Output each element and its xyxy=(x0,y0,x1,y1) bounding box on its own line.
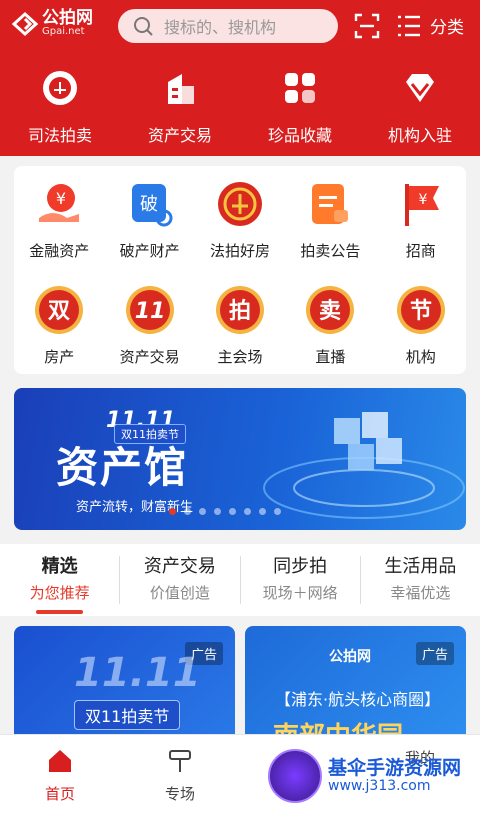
grid-item-invest[interactable]: ¥ 招商 xyxy=(376,178,466,261)
diamond-icon xyxy=(406,74,434,102)
tab-featured[interactable]: 精选 为您推荐 xyxy=(0,544,119,616)
ad-badge: 广告 xyxy=(415,642,454,665)
grid-item-notice[interactable]: 拍卖公告 xyxy=(285,178,375,261)
header-area: 公拍网 Gpai.net 搜标的、搜机构 分类 司法拍卖 资产交易 珍品收藏 机… xyxy=(0,0,480,156)
svg-text:¥: ¥ xyxy=(56,189,66,208)
top-nav-label: 司法拍卖 xyxy=(27,126,92,145)
ad-card-big: 11.11 xyxy=(74,650,201,696)
grid-label: 房产 xyxy=(44,348,75,366)
carousel-dot[interactable] xyxy=(259,508,266,515)
carousel-dot[interactable] xyxy=(274,508,281,515)
eleven-badge-icon: 11 xyxy=(125,286,174,334)
yuan-hand-icon: ¥ xyxy=(39,184,80,222)
nav-home[interactable]: 首页 xyxy=(0,735,120,814)
carousel-dot[interactable] xyxy=(214,508,221,515)
festival-badge-icon: 节 xyxy=(396,286,445,334)
grid-label: 拍卖公告 xyxy=(300,242,361,260)
notice-doc-icon xyxy=(312,184,349,224)
logo[interactable]: 公拍网 Gpai.net xyxy=(12,10,93,37)
logo-mark-icon xyxy=(12,11,38,36)
grid-label: 金融资产 xyxy=(29,242,90,260)
category-button[interactable]: 分类 xyxy=(430,13,464,38)
section-tabs: 精选 为您推荐 资产交易 价值创造 同步拍 现场＋网络 生活用品 幸福优选 xyxy=(0,544,480,616)
grid-item-court-house[interactable]: 法拍好房 xyxy=(195,178,285,261)
grid-label: 主会场 xyxy=(217,348,263,366)
svg-text:¥: ¥ xyxy=(418,192,427,208)
grid-label: 机构 xyxy=(405,348,436,366)
logo-en: Gpai.net xyxy=(42,26,85,37)
carousel-dot[interactable] xyxy=(184,508,191,515)
building-icon xyxy=(168,74,194,104)
svg-text:双: 双 xyxy=(48,299,70,324)
top-nav-label: 资产交易 xyxy=(147,126,212,145)
yuan-flag-icon: ¥ xyxy=(404,184,439,226)
grid-item-bankrupt[interactable]: 破 破产财产 xyxy=(104,178,194,261)
grid-label: 直播 xyxy=(315,348,346,366)
search-placeholder: 搜标的、搜机构 xyxy=(164,18,277,37)
watermark-url: www.j313.com xyxy=(328,777,431,794)
carousel-dot[interactable] xyxy=(244,508,251,515)
grid-item-asset-trade[interactable]: 11 资产交易 xyxy=(104,284,194,367)
grid-item-org[interactable]: 节 机构 xyxy=(376,284,466,367)
top-nav-judicial[interactable]: 司法拍卖 xyxy=(0,68,120,146)
top-nav-asset[interactable]: 资产交易 xyxy=(120,68,240,146)
bankrupt-search-icon: 破 xyxy=(131,184,173,227)
tab-sync-auction[interactable]: 同步拍 现场＋网络 xyxy=(241,544,360,616)
tab-daily-goods[interactable]: 生活用品 幸福优选 xyxy=(361,544,480,616)
court-emblem-icon xyxy=(217,182,262,226)
ad-card[interactable]: 广告 11.11 双11拍卖节 xyxy=(14,626,235,746)
nav-special[interactable]: 专场 xyxy=(120,735,240,814)
grid-label: 招商 xyxy=(405,242,436,260)
grid-label: 资产交易 xyxy=(119,348,180,366)
watermark: 基伞手游资源网 www.j313.com xyxy=(268,744,474,808)
grid-label: 法拍好房 xyxy=(209,242,270,260)
home-icon xyxy=(49,750,71,772)
search-icon xyxy=(134,17,153,36)
ad-cards: 广告 11.11 双11拍卖节 广告 公拍网 【浦东·航头核心商圈】 南部中华园 xyxy=(14,626,466,746)
menu-list-icon[interactable] xyxy=(396,13,422,39)
ad-card-area: 【浦东·航头核心商圈】 xyxy=(275,690,441,709)
top-nav-institution[interactable]: 机构入驻 xyxy=(360,68,480,146)
grid-item-live[interactable]: 卖 直播 xyxy=(285,284,375,367)
tab-asset-trade[interactable]: 资产交易 价值创造 xyxy=(120,544,239,616)
top-nav-label: 机构入驻 xyxy=(387,126,452,145)
banner-cubes-graphic xyxy=(263,412,465,519)
svg-text:节: 节 xyxy=(410,299,432,324)
carousel-dots xyxy=(169,508,281,515)
sell-badge-icon: 卖 xyxy=(306,286,355,334)
grid-item-finance[interactable]: ¥ 金融资产 xyxy=(14,178,104,261)
scan-icon[interactable] xyxy=(354,13,380,39)
auction-badge-icon: 拍 xyxy=(215,286,264,334)
grid-item-main-venue[interactable]: 拍 主会场 xyxy=(195,284,285,367)
collection-grid-icon xyxy=(285,73,315,103)
grid-item-property[interactable]: 双 房产 xyxy=(14,284,104,367)
svg-text:拍: 拍 xyxy=(229,298,251,324)
category-grid: ¥ 金融资产 破 破产财产 法拍好房 拍卖公告 ¥ 招商 双 房产 11 资产交… xyxy=(14,166,466,374)
search-input[interactable]: 搜标的、搜机构 xyxy=(118,9,338,43)
ad-card-label: 双11拍卖节 xyxy=(74,700,181,730)
gavel-icon xyxy=(169,750,191,772)
watermark-title: 基伞手游资源网 xyxy=(328,756,462,779)
judicial-seal-icon xyxy=(43,71,77,105)
carousel-dot[interactable] xyxy=(169,508,176,515)
watermark-logo-icon xyxy=(268,749,322,803)
ad-card[interactable]: 广告 公拍网 【浦东·航头核心商圈】 南部中华园 xyxy=(245,626,466,746)
grid-label: 破产财产 xyxy=(119,242,180,260)
svg-text:11: 11 xyxy=(134,299,165,324)
carousel-dot[interactable] xyxy=(229,508,236,515)
double-badge-icon: 双 xyxy=(35,286,84,334)
carousel-dot[interactable] xyxy=(199,508,206,515)
logo-cn: 公拍网 xyxy=(42,8,93,28)
ad-card-brand: 公拍网 xyxy=(329,649,371,665)
banner-title: 资产馆 xyxy=(56,443,189,492)
promo-banner[interactable]: 11.11 双11拍卖节 资产馆 资产流转，财富新生 xyxy=(14,388,466,530)
svg-text:卖: 卖 xyxy=(319,298,341,324)
svg-text:破: 破 xyxy=(140,194,158,215)
top-nav-collection[interactable]: 珍品收藏 xyxy=(240,68,360,146)
top-nav-label: 珍品收藏 xyxy=(267,126,332,145)
